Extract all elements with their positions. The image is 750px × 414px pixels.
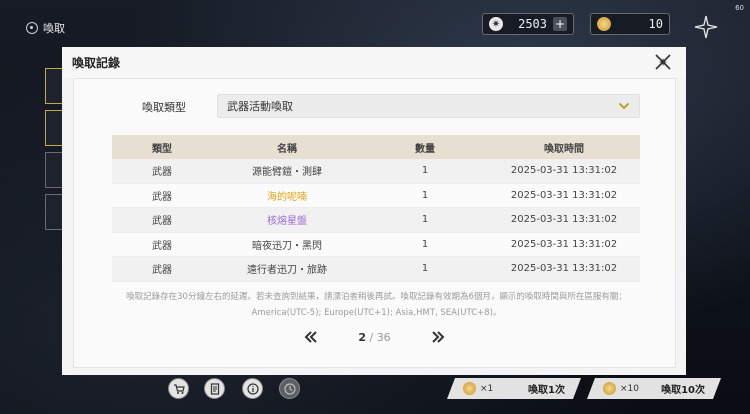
convene-1-button[interactable]: ×1 喚取1次: [447, 378, 581, 399]
tide-value: 10: [648, 17, 663, 31]
close-convene-button[interactable]: [693, 14, 719, 40]
astrite-currency: ✷ 2503 +: [482, 13, 574, 35]
row-time: 2025-03-31 13:31:02: [510, 238, 618, 250]
cost-multiplier: ×1: [480, 383, 494, 394]
double-chevron-left-icon: [304, 331, 318, 343]
table-row: 武器 海的呢喃 1 2025-03-31 13:31:02: [112, 183, 640, 208]
prev-page-button[interactable]: [302, 328, 320, 346]
info-button[interactable]: [242, 378, 263, 399]
dialog-title: 喚取記錄: [72, 56, 121, 70]
astrite-value: 2503: [518, 17, 547, 31]
tide-currency: 10: [590, 13, 670, 35]
table-header: 類型 名稱 數量 喚取時間: [112, 135, 640, 159]
add-astrite-button[interactable]: +: [553, 17, 567, 31]
type-label: 喚取類型: [142, 101, 186, 114]
row-name: 暗夜迅刀・黑閃: [252, 240, 322, 252]
tide-coin-icon: [463, 382, 476, 395]
row-name: 海的呢喃: [267, 191, 307, 203]
page-indicator: 2 / 36: [358, 331, 390, 344]
current-page: 2: [358, 330, 366, 344]
convene-10-button[interactable]: ×10 喚取10次: [587, 378, 721, 399]
cost-multiplier: ×10: [620, 383, 639, 394]
back-label: 喚取: [43, 22, 65, 35]
history-button[interactable]: [279, 378, 300, 399]
clock-icon: [283, 382, 296, 395]
details-button[interactable]: [204, 378, 225, 399]
tide-coin-icon: [603, 382, 616, 395]
header-time: 喚取時間: [544, 143, 584, 155]
page-separator: /: [369, 330, 374, 344]
astrite-icon: ✷: [489, 17, 503, 31]
convene-history-dialog: 喚取記錄 喚取類型 武器活動喚取 類型 名稱 數量 喚取時間 武器 源能臂鎧・測…: [62, 47, 686, 375]
double-chevron-right-icon: [431, 331, 445, 343]
delay-notice: 喚取記錄存在30分鐘左右的延遲。若未查詢到結果，請漂泊者稍後再試。喚取記錄有效期…: [94, 289, 659, 321]
row-qty: 1: [421, 238, 429, 250]
row-qty: 1: [421, 214, 429, 226]
convene-1-label: 喚取1次: [528, 385, 565, 396]
document-icon: [210, 382, 219, 395]
row-name: 核熔星盤: [267, 216, 307, 228]
row-time: 2025-03-31 13:31:02: [510, 189, 618, 201]
next-page-button[interactable]: [429, 328, 447, 346]
pagination: 2 / 36: [74, 327, 675, 347]
table-row: 武器 遠行者迅刀・旅跡 1 2025-03-31 13:31:02: [112, 257, 640, 282]
header-qty: 數量: [415, 143, 435, 155]
notice-line-1: 喚取記錄存在30分鐘左右的延遲。若未查詢到結果，請漂泊者稍後再試。喚取記錄有效期…: [126, 292, 627, 302]
type-dropdown[interactable]: 武器活動喚取: [217, 94, 640, 118]
table-row: 武器 核熔星盤 1 2025-03-31 13:31:02: [112, 208, 640, 233]
star-close-icon: [694, 15, 718, 39]
dialog-body: 喚取類型 武器活動喚取 類型 名稱 數量 喚取時間 武器 源能臂鎧・測肆 1 2…: [73, 78, 676, 368]
table-row: 武器 源能臂鎧・測肆 1 2025-03-31 13:31:02: [112, 159, 640, 184]
table-row: 武器 暗夜迅刀・黑閃 1 2025-03-31 13:31:02: [112, 232, 640, 257]
row-time: 2025-03-31 13:31:02: [510, 214, 618, 226]
row-qty: 1: [421, 189, 429, 201]
row-type: 武器: [152, 216, 172, 228]
fps-counter: 60: [735, 4, 744, 12]
header-name: 名稱: [277, 143, 297, 155]
row-time: 2025-03-31 13:31:02: [510, 263, 618, 275]
back-button[interactable]: 喚取: [26, 20, 65, 36]
dialog-header: 喚取記錄: [62, 47, 686, 78]
type-filter-row: 喚取類型 武器活動喚取: [74, 94, 675, 118]
chevron-down-icon: [618, 102, 630, 110]
info-icon: [246, 382, 259, 395]
row-qty: 1: [421, 165, 429, 177]
row-type: 武器: [152, 265, 172, 277]
header-type: 類型: [152, 143, 172, 155]
row-name: 源能臂鎧・測肆: [252, 167, 322, 179]
type-selected-value: 武器活動喚取: [227, 100, 293, 113]
dialog-close-button[interactable]: [654, 53, 672, 71]
row-qty: 1: [421, 263, 429, 275]
row-type: 武器: [152, 240, 172, 252]
row-name: 遠行者迅刀・旅跡: [247, 265, 327, 277]
history-table: 類型 名稱 數量 喚取時間 武器 源能臂鎧・測肆 1 2025-03-31 13…: [112, 135, 640, 282]
row-type: 武器: [152, 167, 172, 179]
cart-icon: [173, 383, 185, 394]
shop-button[interactable]: [168, 378, 189, 399]
row-time: 2025-03-31 13:31:02: [510, 165, 618, 177]
notice-line-2: America(UTC-5); Europe(UTC+1); Asia,HMT,…: [251, 308, 502, 318]
total-pages: 36: [376, 330, 391, 344]
close-icon: [655, 54, 671, 70]
convene-10-label: 喚取10次: [661, 385, 705, 396]
row-type: 武器: [152, 191, 172, 203]
settings-gear-icon: [26, 22, 38, 34]
tide-coin-icon: [597, 17, 611, 31]
